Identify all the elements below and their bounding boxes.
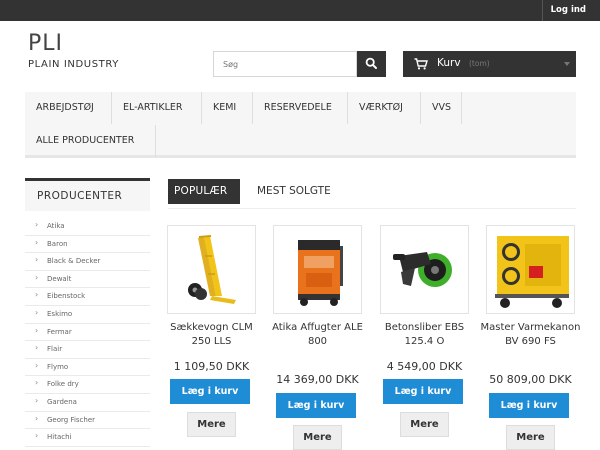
tab-best-sellers[interactable]: MEST SOLGTE bbox=[257, 179, 331, 204]
sidebar-item-label: Flair bbox=[47, 345, 63, 354]
add-to-cart-button[interactable]: Læg i kurv bbox=[383, 379, 463, 404]
cart-button[interactable]: Kurv (tom) bbox=[403, 51, 576, 77]
dehumidifier-image bbox=[298, 240, 343, 306]
search-form bbox=[213, 51, 386, 77]
cart-icon bbox=[414, 58, 428, 70]
sidebar-item-eibenstock[interactable]: › Eibenstock bbox=[25, 288, 150, 306]
logo-subtitle[interactable]: PLAIN INDUSTRY bbox=[28, 59, 119, 70]
chevron-right-icon: › bbox=[35, 220, 39, 229]
product-price: 50 809,00 DKK bbox=[489, 373, 572, 386]
product-price: 1 109,50 DKK bbox=[173, 360, 250, 373]
product-name[interactable]: Sækkevogn CLM 250 LLS bbox=[161, 321, 262, 348]
sidebar-title: PRODUCENTER bbox=[25, 178, 150, 211]
nav-item-arbejdstoj[interactable]: ARBEJDSTØJ bbox=[25, 92, 112, 124]
sidebar-item-hitachi[interactable]: › Hitachi bbox=[25, 429, 150, 447]
sidebar-item-label: Hitachi bbox=[47, 433, 72, 442]
sidebar-item-label: Georg Fischer bbox=[47, 415, 96, 424]
search-button[interactable] bbox=[357, 51, 386, 77]
more-button[interactable]: Mere bbox=[187, 412, 236, 437]
chevron-right-icon: › bbox=[35, 431, 39, 441]
product-image[interactable] bbox=[380, 225, 469, 314]
tab-divider bbox=[168, 208, 576, 209]
chevron-right-icon: › bbox=[35, 307, 39, 317]
chevron-right-icon: › bbox=[35, 290, 39, 300]
sidebar-item-eskimo[interactable]: › Eskimo bbox=[25, 306, 150, 324]
chevron-right-icon: › bbox=[35, 237, 39, 247]
more-button[interactable]: Mere bbox=[506, 425, 555, 450]
sidebar-item-label: Fermar bbox=[47, 327, 72, 336]
sidebar-item-label: Gardena bbox=[47, 397, 77, 406]
chevron-right-icon: › bbox=[35, 325, 39, 335]
sidebar-item-atika[interactable]: › Atika bbox=[25, 218, 150, 236]
chevron-right-icon: › bbox=[35, 378, 39, 388]
chevron-down-icon bbox=[564, 62, 570, 66]
cart-status: (tom) bbox=[469, 59, 490, 68]
chevron-right-icon: › bbox=[35, 255, 39, 265]
sidebar-item-label: Folke dry bbox=[47, 380, 79, 389]
nav-item-kemi[interactable]: KEMI bbox=[202, 92, 253, 124]
sidebar-item-label: Baron bbox=[47, 239, 68, 248]
product-name[interactable]: Atika Affugter ALE 800 bbox=[267, 321, 368, 348]
product-name[interactable]: Betonsliber EBS 125.4 O bbox=[374, 321, 475, 348]
sidebar-item-label: Eskimo bbox=[47, 309, 73, 318]
product-name[interactable]: Master Varmekanon BV 690 FS bbox=[480, 321, 581, 348]
sidebar-item-fermar[interactable]: › Fermar bbox=[25, 324, 150, 342]
sidebar-item-georg-fischer[interactable]: › Georg Fischer bbox=[25, 412, 150, 430]
manufacturer-list: › Atika › Baron › Black & Decker › Dewalt › E… bbox=[25, 218, 150, 447]
product-price: 4 549,00 DKK bbox=[386, 360, 463, 373]
nav-item-reservedele[interactable]: RESERVEDELE bbox=[253, 92, 348, 124]
more-button[interactable]: Mere bbox=[293, 425, 342, 450]
chevron-right-icon: › bbox=[35, 413, 39, 423]
product-image[interactable] bbox=[167, 225, 256, 314]
product-image[interactable] bbox=[486, 225, 575, 314]
sidebar-item-baron[interactable]: › Baron bbox=[25, 236, 150, 254]
product-price: 14 369,00 DKK bbox=[276, 373, 359, 386]
chevron-right-icon: › bbox=[35, 360, 39, 370]
sidebar-item-folke-dry[interactable]: › Folke dry bbox=[25, 376, 150, 394]
sidebar-item-dewalt[interactable]: › Dewalt bbox=[25, 271, 150, 289]
cart-label: Kurv bbox=[437, 57, 461, 69]
tab-popular[interactable]: POPULÆR bbox=[168, 179, 240, 204]
chevron-right-icon: › bbox=[35, 343, 39, 353]
sidebar-item-label: Atika bbox=[47, 222, 65, 230]
sidebar-item-flymo[interactable]: › Flymo bbox=[25, 359, 150, 377]
main-nav: ARBEJDSTØJ EL-ARTIKLER KEMI RESERVEDELE … bbox=[25, 92, 576, 158]
nav-item-el-artikler[interactable]: EL-ARTIKLER bbox=[112, 92, 202, 124]
chevron-right-icon: › bbox=[35, 272, 39, 282]
product-image[interactable] bbox=[273, 225, 362, 314]
sidebar-item-gardena[interactable]: › Gardena bbox=[25, 394, 150, 412]
add-to-cart-button[interactable]: Læg i kurv bbox=[489, 393, 569, 418]
heater-image bbox=[495, 236, 569, 308]
sidebar-item-label: Dewalt bbox=[47, 274, 72, 283]
nav-item-vvs[interactable]: VVS bbox=[421, 92, 462, 124]
nav-item-alle-producenter[interactable]: ALLE PRODUCENTER bbox=[25, 125, 156, 157]
logo-title[interactable]: PLI bbox=[28, 31, 63, 56]
add-to-cart-button[interactable]: Læg i kurv bbox=[170, 379, 250, 404]
sidebar-item-label: Flymo bbox=[47, 362, 69, 371]
add-to-cart-button[interactable]: Læg i kurv bbox=[276, 393, 356, 418]
sidebar-item-black-decker[interactable]: › Black & Decker bbox=[25, 253, 150, 271]
sidebar-item-flair[interactable]: › Flair bbox=[25, 341, 150, 359]
grinder-image bbox=[393, 252, 452, 287]
chevron-right-icon: › bbox=[35, 395, 39, 405]
sidebar-item-label: Eibenstock bbox=[47, 292, 86, 301]
top-bar: Log ind bbox=[0, 0, 600, 21]
login-link[interactable]: Log ind bbox=[541, 0, 600, 21]
nav-item-vaerktoj[interactable]: VÆRKTØJ bbox=[348, 92, 421, 124]
search-input[interactable] bbox=[213, 51, 357, 77]
hand-truck-image bbox=[188, 235, 236, 304]
search-icon bbox=[365, 57, 377, 69]
more-button[interactable]: Mere bbox=[400, 412, 449, 437]
sidebar-item-label: Black & Decker bbox=[47, 257, 101, 266]
